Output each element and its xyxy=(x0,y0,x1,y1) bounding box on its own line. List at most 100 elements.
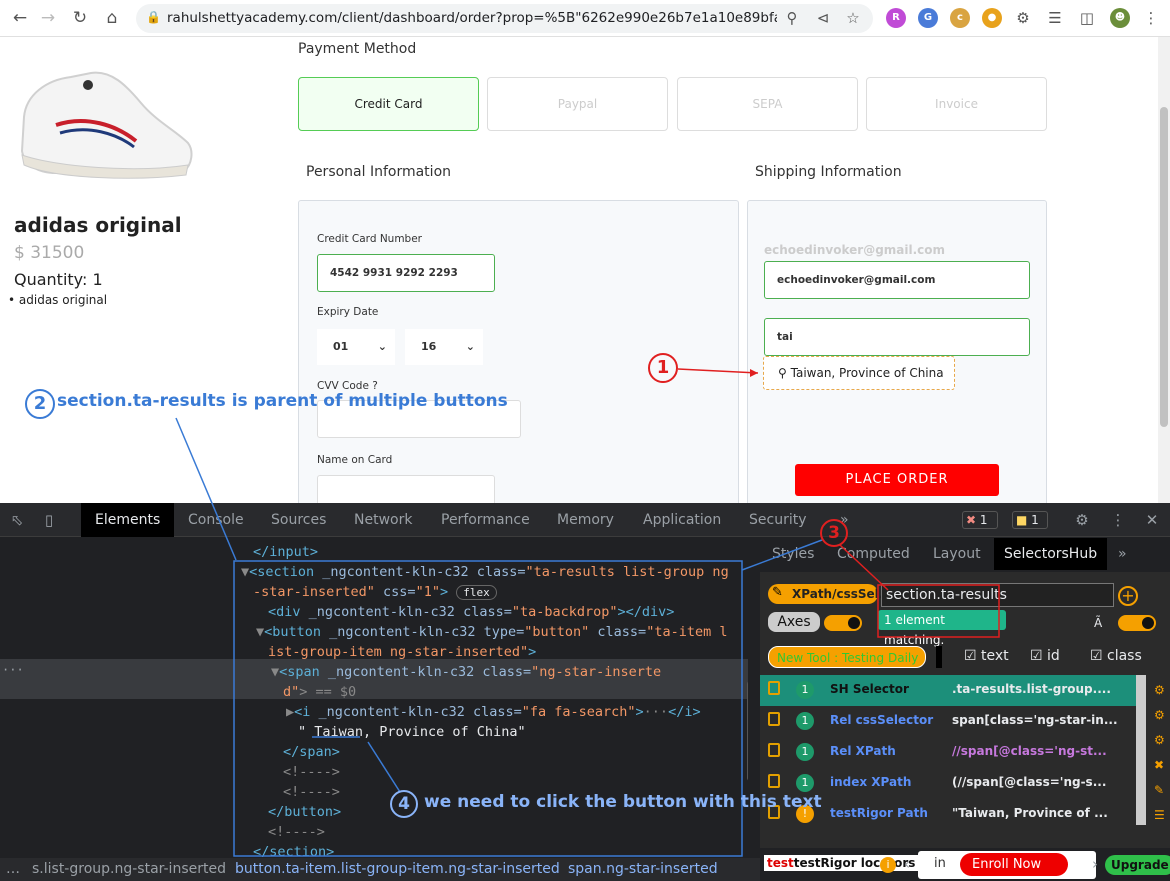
gear-icon[interactable]: ⚙ xyxy=(1071,509,1093,531)
code-line[interactable]: ▼<span _ngcontent-kln-c32 class="ng-star… xyxy=(271,662,661,682)
tab-performance[interactable]: Performance xyxy=(441,503,530,537)
crumb-button[interactable]: button.ta-item.list-group-item.ng-star-i… xyxy=(235,858,560,881)
selector-input[interactable]: section.ta-results xyxy=(881,583,1114,607)
cc-number-input[interactable]: 4542 9931 9292 2293 xyxy=(317,254,495,292)
puzzle-icon[interactable]: ⚙ xyxy=(1012,7,1034,29)
enroll-now-button[interactable]: Enroll Now xyxy=(960,853,1068,876)
paypal-button[interactable]: Paypal xyxy=(487,77,668,131)
code-line[interactable]: </button> xyxy=(268,802,341,822)
code-line[interactable]: </section> xyxy=(253,842,334,858)
code-line[interactable]: ▼<section _ngcontent-kln-c32 class="ta-r… xyxy=(241,562,729,582)
address-bar[interactable]: 🔒 rahulshettyacademy.com/client/dashboar… xyxy=(136,4,873,33)
share-icon[interactable]: ⊲ xyxy=(812,7,834,29)
code-line[interactable]: <!----> xyxy=(283,782,340,802)
search-icon: ⚲ xyxy=(778,366,787,380)
code-line[interactable]: <!----> xyxy=(283,762,340,782)
avatar[interactable]: ☻ xyxy=(1110,8,1130,28)
back-icon[interactable]: ← xyxy=(10,8,30,28)
tab-styles[interactable]: Styles xyxy=(772,538,814,570)
info-icon[interactable]: i xyxy=(880,857,896,873)
add-icon[interactable]: + xyxy=(1118,586,1138,606)
zoom-icon[interactable]: ⚲ xyxy=(781,7,803,29)
cookie-icon[interactable]: c xyxy=(950,8,970,28)
flex-badge[interactable]: flex xyxy=(456,585,497,600)
tab-memory[interactable]: Memory xyxy=(557,503,614,537)
code-line[interactable]: " Taiwan, Province of China" xyxy=(298,722,526,742)
code-line[interactable]: ▶<i _ngcontent-kln-c32 class="fa fa-sear… xyxy=(286,702,701,722)
selector-list-scrollbar[interactable] xyxy=(1136,675,1146,825)
tab-sources[interactable]: Sources xyxy=(271,503,326,537)
crumb-section[interactable]: s.list-group.ng-star-inserted xyxy=(32,858,226,881)
more-side-tabs[interactable]: » xyxy=(1118,538,1127,570)
copy-icon[interactable] xyxy=(768,681,780,695)
case-icon[interactable]: Ã xyxy=(1094,616,1102,630)
selector-row[interactable]: 1 Rel cssSelector span[class='ng-star-in..… xyxy=(760,706,1136,737)
page-scrollbar[interactable] xyxy=(1158,37,1170,503)
axes-toggle[interactable] xyxy=(824,615,862,631)
tab-console[interactable]: Console xyxy=(188,503,244,537)
invoice-button[interactable]: Invoice xyxy=(866,77,1047,131)
xpath-css-toggle[interactable]: XPath/cssSel.. xyxy=(768,584,888,604)
extension-icon[interactable]: R xyxy=(886,8,906,28)
tab-network[interactable]: Network xyxy=(354,503,412,537)
upgrade-button[interactable]: Upgrade xyxy=(1105,855,1170,875)
code-line[interactable]: <div _ngcontent-kln-c32 class="ta-backdr… xyxy=(268,602,674,622)
copy-icon[interactable] xyxy=(768,712,780,726)
sepa-button[interactable]: SEPA xyxy=(677,77,858,131)
copy-icon[interactable] xyxy=(768,743,780,757)
next-icon[interactable]: › xyxy=(1092,855,1098,873)
expiry-month-select[interactable]: 01 ⌄ xyxy=(317,329,395,365)
crumb-span[interactable]: span.ng-star-inserted xyxy=(568,858,718,881)
media-icon[interactable]: ☰ xyxy=(1044,7,1066,29)
place-order-button[interactable]: PLACE ORDER xyxy=(795,464,999,496)
tab-security[interactable]: Security xyxy=(749,503,807,537)
text-checkbox[interactable]: ☑ text xyxy=(964,648,1009,664)
menu-icon[interactable]: ⋮ xyxy=(1140,7,1162,29)
tab-elements[interactable]: Elements xyxy=(81,503,175,537)
prev-icon[interactable]: ‹ xyxy=(904,855,910,873)
translate-icon[interactable]: G xyxy=(918,8,938,28)
tab-computed[interactable]: Computed xyxy=(837,538,910,570)
case-toggle[interactable] xyxy=(1118,615,1156,631)
code-line[interactable]: <!----> xyxy=(268,822,325,842)
tab-layout[interactable]: Layout xyxy=(933,538,981,570)
code-line[interactable]: </input> xyxy=(253,542,318,562)
tab-application[interactable]: Application xyxy=(643,503,721,537)
selector-row[interactable]: 1 Rel XPath//span[@class='ng-st... xyxy=(760,737,1136,768)
code-line[interactable]: -star-inserted" css="1"> flex xyxy=(253,582,497,602)
close-icon[interactable]: ✕ xyxy=(1141,509,1163,531)
code-line[interactable]: ist-group-item ng-star-inserted"> xyxy=(268,642,536,662)
warning-count-badge[interactable]: ■ 1 xyxy=(1012,511,1048,529)
sidepanel-icon[interactable]: ◫ xyxy=(1076,7,1098,29)
bookmark-star-icon[interactable]: ☆ xyxy=(842,7,864,29)
code-scrollbar[interactable] xyxy=(747,681,748,781)
axes-button[interactable]: Axes xyxy=(768,612,820,632)
kebab-menu-icon[interactable]: ⋮ xyxy=(1107,509,1129,531)
code-line[interactable]: ▼<button _ngcontent-kln-c32 type="button… xyxy=(256,622,727,642)
device-toggle-icon[interactable]: ▯ xyxy=(38,509,60,531)
credit-card-button[interactable]: Credit Card xyxy=(298,77,479,131)
email-input[interactable]: echoedinvoker@gmail.com xyxy=(764,261,1030,299)
forward-icon[interactable]: → xyxy=(38,8,58,28)
code-line[interactable]: d"> == $0 xyxy=(283,682,356,702)
reload-icon[interactable]: ↻ xyxy=(70,8,90,28)
annotation-marker: 1 xyxy=(648,353,678,383)
country-suggestion-button[interactable]: ⚲ Taiwan, Province of China xyxy=(763,356,955,390)
name-on-card-input[interactable] xyxy=(317,475,495,503)
devtools-tabbar: ⬁ ▯ Elements Console Sources Network Per… xyxy=(0,503,1170,537)
inspect-icon[interactable]: ⬁ xyxy=(6,509,28,531)
id-checkbox[interactable]: ☑ id xyxy=(1030,648,1060,664)
tab-selectorshub[interactable]: SelectorsHub xyxy=(994,538,1108,570)
code-line[interactable]: </span> xyxy=(283,742,340,762)
side-toolbar-icons[interactable]: ⚙ ⚙ ⚙ ✖ ✎ ☰ xyxy=(1154,678,1168,828)
ad-banner[interactable]: in Enroll Now xyxy=(918,851,1096,879)
new-tool-banner[interactable]: New Tool : Testing Daily xyxy=(768,646,926,668)
home-icon[interactable]: ⌂ xyxy=(102,8,122,28)
extension-icon[interactable]: ● xyxy=(982,8,1002,28)
selector-row[interactable]: 1 SH Selector .ta-results.list-group.... xyxy=(760,675,1136,706)
copy-icon[interactable] xyxy=(768,774,780,788)
error-count-badge[interactable]: ✖ 1 xyxy=(962,511,998,529)
country-input[interactable]: tai xyxy=(764,318,1030,356)
class-checkbox[interactable]: ☑ class xyxy=(1090,648,1142,664)
expiry-year-select[interactable]: 16 ⌄ xyxy=(405,329,483,365)
